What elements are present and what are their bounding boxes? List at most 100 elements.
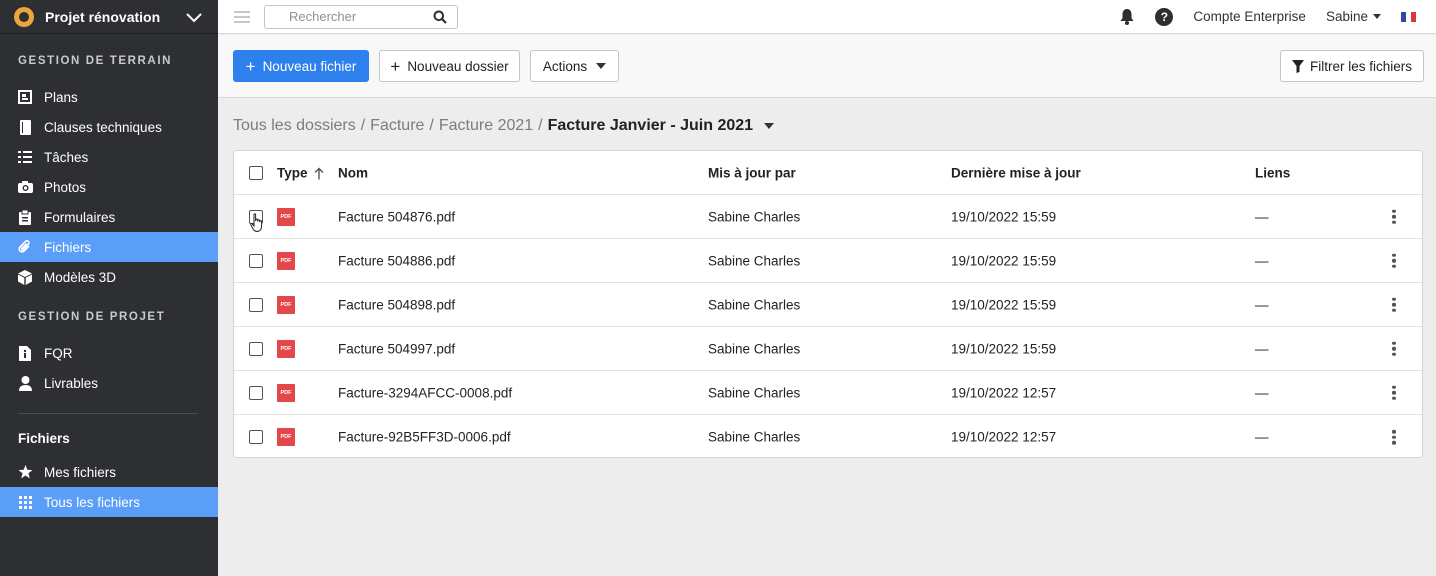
new-folder-button[interactable]: + Nouveau dossier xyxy=(379,50,520,82)
more-options-icon[interactable] xyxy=(1390,209,1398,224)
plans-icon xyxy=(17,89,33,105)
sidebar-item-livrables[interactable]: Livrables xyxy=(0,368,218,398)
table-row[interactable]: PDF Facture 504886.pdf Sabine Charles 19… xyxy=(234,239,1422,283)
row-checkbox[interactable] xyxy=(249,297,263,312)
file-name[interactable]: Facture 504997.pdf xyxy=(338,341,455,356)
star-icon xyxy=(17,464,33,480)
breadcrumb-item[interactable]: Tous les dossiers xyxy=(233,117,356,135)
row-checkbox[interactable] xyxy=(249,430,263,444)
filter-files-button[interactable]: Filtrer les fichiers xyxy=(1280,50,1424,82)
pdf-file-icon: PDF xyxy=(277,207,295,226)
updated-at: 19/10/2022 15:59 xyxy=(951,297,1057,312)
sidebar-item-plans[interactable]: Plans xyxy=(0,82,218,112)
plus-icon: + xyxy=(390,56,401,76)
pdf-file-icon: PDF xyxy=(277,339,295,358)
row-checkbox[interactable] xyxy=(249,253,263,268)
column-header-name[interactable]: Nom xyxy=(338,165,368,180)
table-row[interactable]: PDF Facture 504898.pdf Sabine Charles 19… xyxy=(234,283,1422,327)
new-folder-label: Nouveau dossier xyxy=(407,58,509,74)
sidebar: Projet rénovation GESTION DE TERRAIN Pla… xyxy=(0,0,218,576)
chevron-down-icon[interactable] xyxy=(184,7,204,27)
updated-at: 19/10/2022 12:57 xyxy=(951,385,1057,400)
search-icon[interactable] xyxy=(433,10,447,24)
sidebar-item-label: Fichiers xyxy=(44,239,92,255)
more-options-icon[interactable] xyxy=(1390,253,1398,268)
account-link[interactable]: Compte Enterprise xyxy=(1193,9,1306,24)
more-options-icon[interactable] xyxy=(1390,297,1398,312)
section-title-projet: GESTION DE PROJET xyxy=(18,311,166,323)
pdf-file-icon: PDF xyxy=(277,383,295,402)
file-name[interactable]: Facture 504876.pdf xyxy=(338,209,455,224)
breadcrumb-dropdown-icon[interactable] xyxy=(764,123,775,129)
french-flag-icon[interactable] xyxy=(1401,11,1416,22)
cube-icon xyxy=(17,269,33,285)
plus-icon: + xyxy=(245,56,256,76)
sidebar-item-photos[interactable]: Photos xyxy=(0,172,218,202)
actions-label: Actions xyxy=(542,58,588,74)
hamburger-menu-icon[interactable] xyxy=(234,8,250,26)
table-row[interactable]: PDF Facture-3294AFCC-0008.pdf Sabine Cha… xyxy=(234,371,1422,415)
sidebar-item-taches[interactable]: Tâches xyxy=(0,142,218,172)
sidebar-item-modeles-3d[interactable]: Modèles 3D xyxy=(0,262,218,292)
new-file-label: Nouveau fichier xyxy=(262,58,357,74)
select-all-checkbox[interactable] xyxy=(249,165,263,180)
info-doc-icon xyxy=(17,345,33,361)
sidebar-item-label: Modèles 3D xyxy=(44,269,117,285)
camera-icon xyxy=(17,179,33,195)
column-header-updated-by[interactable]: Mis à jour par xyxy=(708,165,796,180)
nav-terrain: Plans Clauses techniques Tâches Photos F… xyxy=(0,82,218,292)
column-header-type[interactable]: Type xyxy=(277,165,324,180)
project-name: Projet rénovation xyxy=(45,8,161,25)
new-file-button[interactable]: + Nouveau fichier xyxy=(233,50,369,82)
files-section-title: Fichiers xyxy=(18,431,70,446)
sidebar-item-label: Mes fichiers xyxy=(44,464,117,480)
links-value: — xyxy=(1255,429,1269,445)
updated-at: 19/10/2022 12:57 xyxy=(951,429,1057,445)
filter-label: Filtrer les fichiers xyxy=(1309,58,1412,74)
table-row[interactable]: PDF Facture 504876.pdf Sabine Charles 19… xyxy=(234,195,1422,239)
more-options-icon[interactable] xyxy=(1390,429,1398,445)
bell-icon[interactable] xyxy=(1119,8,1135,25)
row-checkbox[interactable] xyxy=(249,341,263,356)
file-name[interactable]: Facture 504898.pdf xyxy=(338,297,455,312)
sidebar-item-fqr[interactable]: FQR xyxy=(0,338,218,368)
sidebar-item-tous-les-fichiers[interactable]: Tous les fichiers xyxy=(0,487,218,517)
sidebar-item-clauses[interactable]: Clauses techniques xyxy=(0,112,218,142)
list-icon xyxy=(17,149,33,165)
top-right-area: ? Compte Enterprise Sabine xyxy=(1119,7,1436,26)
updated-at: 19/10/2022 15:59 xyxy=(951,341,1057,356)
updated-by: Sabine Charles xyxy=(708,209,801,224)
breadcrumb-item[interactable]: Facture xyxy=(370,117,424,135)
file-name[interactable]: Facture-92B5FF3D-0006.pdf xyxy=(338,430,511,445)
project-switcher[interactable]: Projet rénovation xyxy=(0,0,218,34)
user-menu[interactable]: Sabine xyxy=(1326,9,1381,24)
table-row[interactable]: PDF Facture 504997.pdf Sabine Charles 19… xyxy=(234,327,1422,371)
type-header-label: Type xyxy=(277,165,308,180)
help-icon[interactable]: ? xyxy=(1155,7,1174,26)
actions-button[interactable]: Actions xyxy=(530,50,619,82)
sidebar-item-label: Plans xyxy=(44,89,78,105)
search-input[interactable]: Rechercher xyxy=(264,4,458,29)
breadcrumb-item[interactable]: Facture 2021 xyxy=(439,117,533,135)
file-name[interactable]: Facture 504886.pdf xyxy=(338,253,455,268)
links-value: — xyxy=(1255,385,1269,400)
more-options-icon[interactable] xyxy=(1390,341,1398,356)
updated-by: Sabine Charles xyxy=(708,341,801,356)
sidebar-item-fichiers[interactable]: Fichiers xyxy=(0,232,218,262)
column-header-links[interactable]: Liens xyxy=(1255,165,1290,180)
file-name[interactable]: Facture-3294AFCC-0008.pdf xyxy=(338,385,512,400)
column-header-updated-at[interactable]: Dernière mise à jour xyxy=(951,165,1081,180)
table-header: Type Nom Mis à jour par Dernière mise à … xyxy=(234,151,1422,195)
grid-icon xyxy=(17,494,33,510)
sidebar-item-formulaires[interactable]: Formulaires xyxy=(0,202,218,232)
links-value: — xyxy=(1255,297,1269,312)
updated-by: Sabine Charles xyxy=(708,253,801,268)
clipboard-icon xyxy=(17,209,33,225)
table-row[interactable]: PDF Facture-92B5FF3D-0006.pdf Sabine Cha… xyxy=(234,415,1422,459)
sort-ascending-icon xyxy=(314,167,324,180)
row-checkbox[interactable] xyxy=(249,385,263,400)
more-options-icon[interactable] xyxy=(1390,385,1398,400)
top-bar: Rechercher ? Compte Enterprise Sabine xyxy=(218,0,1436,34)
pdf-file-icon: PDF xyxy=(277,295,295,314)
sidebar-item-mes-fichiers[interactable]: Mes fichiers xyxy=(0,457,218,487)
